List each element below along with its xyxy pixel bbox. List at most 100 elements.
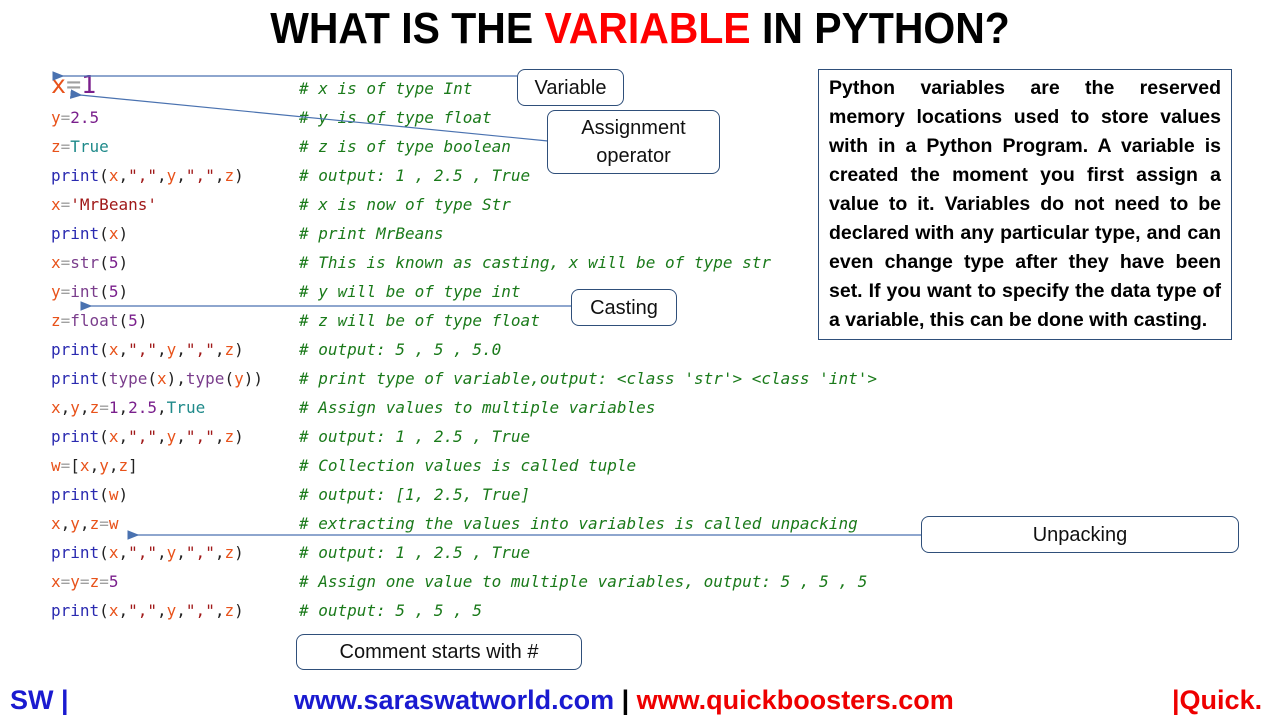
code-token: [ [70, 456, 80, 475]
code-source: print(x,",",y,",",z) [51, 422, 244, 451]
callout-variable-label: Variable [534, 76, 607, 99]
code-token: ( [99, 485, 109, 504]
code-token: ) [118, 253, 129, 272]
code-token: ) [137, 311, 148, 330]
title-accent: VARIABLE [544, 4, 751, 53]
code-token: "," [185, 340, 215, 359]
code-token: ) [234, 340, 244, 359]
code-source: print(x,",",y,",",z) [51, 596, 244, 625]
code-token: z [51, 137, 61, 156]
code-token: z [89, 514, 100, 533]
title-suffix: IN PYTHON? [750, 4, 1010, 53]
code-source: y=int(5) [51, 277, 128, 306]
code-token: , [157, 340, 167, 359]
code-token: = [99, 572, 109, 591]
code-token: y [99, 456, 109, 475]
footer-link-quickboosters[interactable]: www.quickboosters.com [637, 685, 954, 715]
code-token: , [118, 427, 129, 446]
code-token: y [166, 601, 177, 620]
code-token: ( [99, 340, 109, 359]
code-token: print [51, 543, 100, 562]
code-token: , [157, 398, 167, 417]
code-token: 2.5 [128, 398, 158, 417]
code-token: y [70, 572, 80, 591]
code-token: ( [99, 282, 109, 301]
code-token: ] [128, 456, 138, 475]
code-token: w [108, 514, 119, 533]
code-token: , [118, 398, 129, 417]
code-token: x [108, 601, 119, 620]
code-token: ) [118, 224, 129, 243]
code-comment: # output: 1 , 2.5 , True [299, 166, 531, 185]
code-source: x,y,z=w [51, 509, 118, 538]
code-token: = [60, 311, 71, 330]
callout-assignment-label-2: operator [596, 145, 671, 167]
code-source: x=str(5) [51, 248, 128, 277]
code-token: print [51, 369, 100, 388]
code-token: z [224, 166, 235, 185]
code-comment: # y is of type float [299, 108, 492, 127]
code-token: y [166, 166, 177, 185]
code-token: = [79, 572, 90, 591]
code-token: print [51, 166, 100, 185]
callout-comment-label: Comment starts with # [339, 641, 539, 663]
code-token: 5 [128, 311, 138, 330]
code-token: ) [166, 369, 177, 388]
code-source: z=float(5) [51, 306, 147, 335]
code-token: x [79, 456, 90, 475]
code-token: y [166, 427, 177, 446]
code-token: = [60, 456, 71, 475]
callout-unpacking: Unpacking [921, 516, 1239, 553]
code-token: = [66, 70, 82, 99]
code-source: print(w) [51, 480, 128, 509]
code-comment: # z will be of type float [299, 311, 540, 330]
code-token: "," [128, 427, 157, 446]
code-token: , [157, 166, 167, 185]
code-comment: # output: 5 , 5 , 5.0 [299, 340, 502, 359]
code-token: ) [118, 485, 129, 504]
code-token: = [60, 137, 71, 156]
code-token: ( [118, 311, 129, 330]
footer-separator: | [614, 685, 637, 715]
code-token: , [118, 543, 129, 562]
code-token: , [176, 166, 186, 185]
code-token: , [157, 427, 167, 446]
code-source: x,y,z=1,2.5,True [51, 393, 205, 422]
code-token: "," [128, 166, 157, 185]
code-token: ( [99, 601, 109, 620]
code-token: = [60, 108, 71, 127]
code-token: "," [185, 166, 215, 185]
code-token: x [51, 514, 61, 533]
code-token: "," [185, 543, 215, 562]
code-comment: # x is of type Int [299, 79, 473, 98]
code-token: y [70, 514, 80, 533]
code-token: , [79, 398, 90, 417]
code-token: z [224, 601, 235, 620]
code-token: z [224, 543, 235, 562]
code-token: "," [185, 601, 215, 620]
code-token: ) [234, 166, 244, 185]
code-token: , [118, 340, 129, 359]
code-token: z [51, 311, 61, 330]
code-token: 2.5 [70, 108, 100, 127]
code-source: print(x,",",y,",",z) [51, 538, 244, 567]
footer-brand-quick: |Quick. [1172, 685, 1263, 715]
code-source: w=[x,y,z] [51, 451, 138, 480]
code-comment: # This is known as casting, x will be of… [299, 253, 772, 272]
code-token: 'MrBeans' [70, 195, 157, 214]
footer-link-saraswatworld[interactable]: www.saraswatworld.com [294, 685, 614, 715]
code-token: = [99, 514, 109, 533]
code-token: x [51, 195, 61, 214]
code-source: x=y=z=5 [51, 567, 118, 596]
callout-variable: Variable [517, 69, 624, 106]
code-token: , [118, 601, 129, 620]
code-token: str [70, 253, 100, 272]
code-token: )) [243, 369, 263, 388]
code-token: y [51, 282, 61, 301]
code-token: z [224, 427, 235, 446]
code-token: = [60, 253, 71, 272]
footer-links: www.saraswatworld.com | www.quickbooster… [294, 685, 954, 716]
code-token: , [176, 340, 186, 359]
callout-assignment-label-1: Assignment [581, 117, 686, 139]
callout-casting-label: Casting [590, 296, 658, 319]
